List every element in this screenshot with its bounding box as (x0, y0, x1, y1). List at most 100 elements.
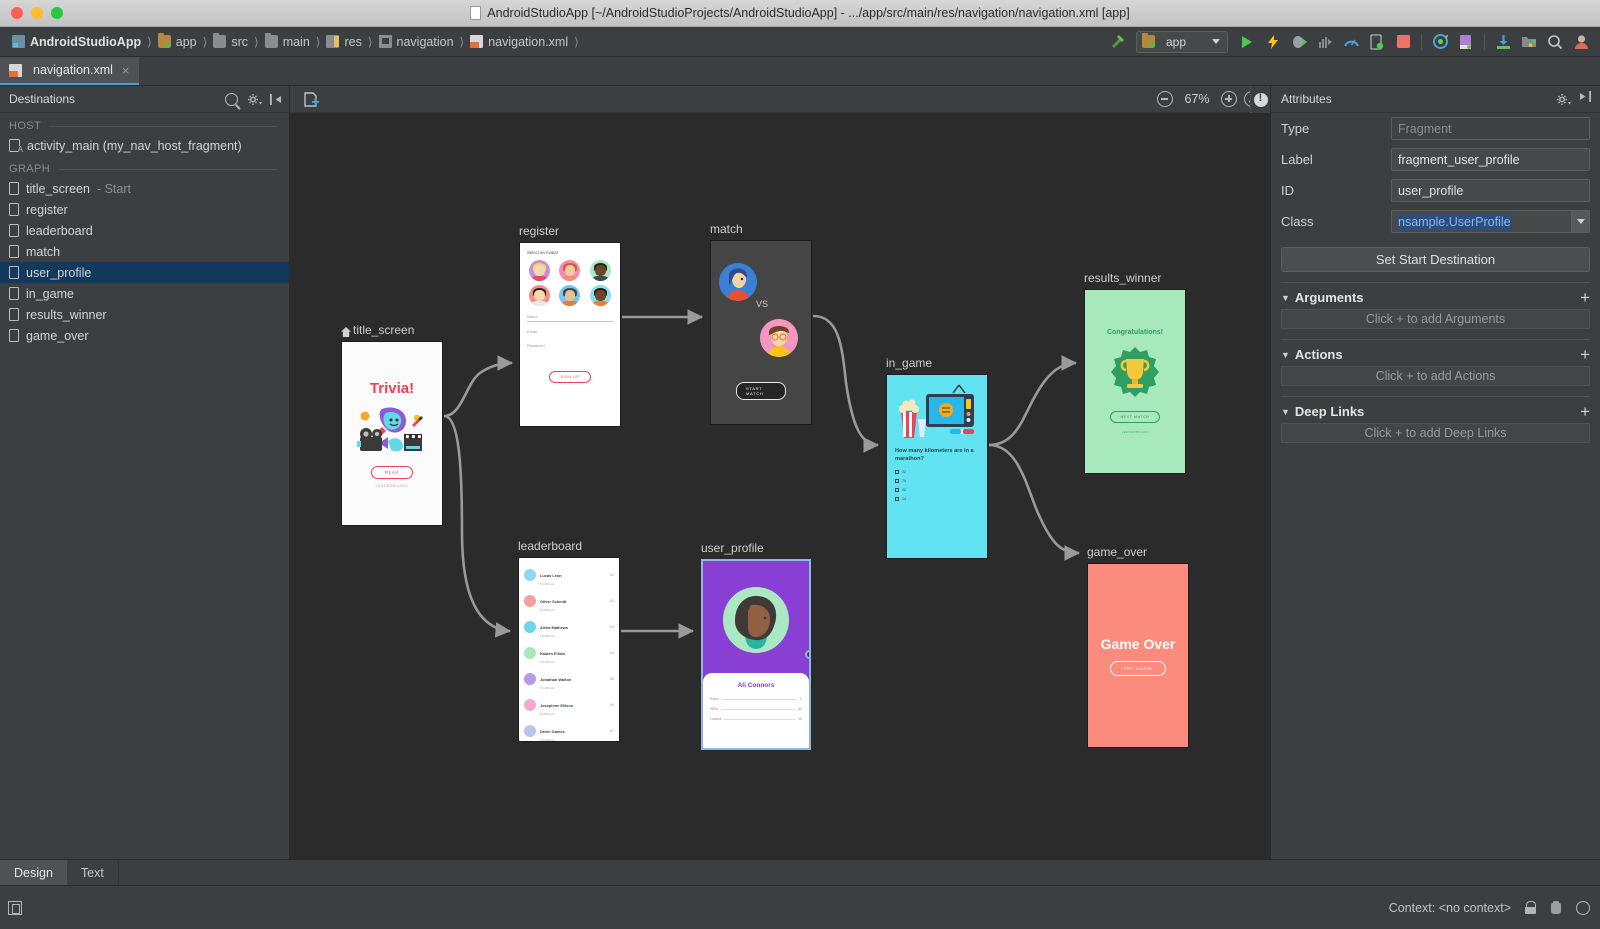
breadcrumb-item-project[interactable]: AndroidStudioApp (10, 35, 143, 49)
search-icon[interactable] (225, 93, 238, 106)
class-field[interactable]: nsample.UserProfile (1391, 210, 1590, 233)
layout-inspector-icon[interactable] (8, 901, 22, 915)
answer-option[interactable]: 42 (895, 488, 979, 492)
node-preview[interactable]: Trivia! (341, 341, 443, 526)
destination-node-title-screen[interactable]: title_screen Trivia! (341, 323, 443, 526)
destination-node-results-winner[interactable]: results_winner Congratulations! (1084, 271, 1186, 474)
avatar-option[interactable] (559, 285, 580, 306)
node-preview[interactable]: How many kilometers are in a marathon? 2… (886, 374, 988, 559)
node-preview[interactable]: Select an Avatar Name Email Password (519, 242, 621, 427)
run-button[interactable] (1236, 31, 1258, 53)
gear-icon[interactable] (1556, 93, 1569, 106)
warning-icon[interactable] (1254, 93, 1268, 107)
checkbox-icon[interactable] (895, 479, 899, 483)
section-header-actions[interactable]: ▼ Actions + (1271, 340, 1600, 366)
sdk-manager-button[interactable] (1492, 31, 1514, 53)
breadcrumb-item-main[interactable]: main (263, 35, 312, 49)
close-icon[interactable]: × (122, 63, 130, 78)
editor-tab-navigation-xml[interactable]: navigation.xml × (0, 57, 139, 85)
sidebar-item-register[interactable]: register (0, 199, 289, 220)
zoom-out-icon[interactable] (1157, 91, 1173, 107)
avatar-option[interactable] (529, 260, 550, 281)
signup-button[interactable]: SIGN UP (549, 371, 592, 383)
module-selector[interactable]: app (1136, 31, 1228, 53)
sidebar-item-in-game[interactable]: in_game (0, 283, 289, 304)
answer-option[interactable]: 22 (895, 470, 979, 474)
section-header-arguments[interactable]: ▼ Arguments + (1271, 283, 1600, 309)
checkbox-icon[interactable] (895, 497, 899, 501)
breadcrumb-item-res[interactable]: res (324, 35, 363, 49)
destination-node-user-profile[interactable]: user_profile (701, 541, 811, 750)
zoom-in-icon[interactable] (1221, 91, 1237, 107)
checkbox-icon[interactable] (895, 470, 899, 474)
collapse-right-icon[interactable] (1578, 90, 1592, 108)
sidebar-item-leaderboard[interactable]: leaderboard (0, 220, 289, 241)
node-preview[interactable]: VS START MATCH (710, 240, 812, 425)
sidebar-item-activity-main[interactable]: activity_main (my_nav_host_fragment) (0, 135, 289, 156)
tab-text[interactable]: Text (67, 860, 118, 885)
project-structure-button[interactable] (1518, 31, 1540, 53)
section-header-deep-links[interactable]: ▼ Deep Links + (1271, 397, 1600, 423)
list-item[interactable]: Kaiden Elliott 13,100 pts #4 (524, 640, 614, 666)
navigation-canvas[interactable]: 67% (290, 86, 1270, 859)
answer-option[interactable]: 14 (895, 497, 979, 501)
debug-button[interactable] (1288, 31, 1310, 53)
start-match-button[interactable]: START MATCH (736, 382, 786, 400)
avatar-option[interactable] (590, 285, 611, 306)
close-window-button[interactable] (11, 7, 23, 19)
set-start-destination-button[interactable]: Set Start Destination (1281, 247, 1590, 272)
list-item[interactable]: Alivia Mathews 15,300 pts #3 (524, 614, 614, 640)
chevron-down-icon[interactable]: ▼ (1281, 293, 1290, 303)
avatar-option[interactable] (529, 285, 550, 306)
tab-design[interactable]: Design (0, 860, 67, 885)
gear-icon[interactable] (247, 93, 260, 106)
sidebar-item-results-winner[interactable]: results_winner (0, 304, 289, 325)
breadcrumb-item-src[interactable]: src (211, 35, 250, 49)
email-field[interactable]: Email (527, 329, 613, 336)
collapse-icon[interactable] (269, 93, 281, 105)
chevron-down-icon[interactable]: ▼ (1281, 407, 1290, 417)
sidebar-item-user-profile[interactable]: user_profile (0, 262, 289, 283)
node-preview[interactable]: Lucas Leon 13,100 pts #1 Oliver Schmitt … (518, 557, 620, 742)
add-argument-button[interactable]: + (1580, 292, 1590, 304)
warning-panel[interactable] (1250, 86, 1270, 113)
actions-empty-state[interactable]: Click + to add Actions (1281, 366, 1590, 386)
list-item[interactable]: Jonathan Walton 13,100 pts #5 (524, 666, 614, 692)
node-preview[interactable]: Game Over TRY AGAIN (1087, 563, 1189, 748)
zoom-window-button[interactable] (51, 7, 63, 19)
lock-icon[interactable] (1525, 901, 1536, 914)
play-button[interactable]: PLAY (371, 466, 413, 479)
action-drag-handle[interactable] (805, 650, 811, 659)
breadcrumb-item-navigation[interactable]: navigation (377, 35, 456, 49)
add-action-button[interactable]: + (1580, 349, 1590, 361)
new-destination-icon[interactable] (304, 92, 318, 107)
answer-option[interactable]: 75 (895, 479, 979, 483)
id-field[interactable]: user_profile (1391, 179, 1590, 202)
node-preview[interactable]: Congratulations! NEXT MATCH (1084, 289, 1186, 474)
destination-node-match[interactable]: match VS START MATCH (710, 222, 812, 425)
arguments-empty-state[interactable]: Click + to add Arguments (1281, 309, 1590, 329)
list-item[interactable]: Oliver Schmitt 14,640 pts #2 (524, 588, 614, 614)
list-item[interactable]: Devin Gaines 13,100 pts #7 (524, 718, 614, 742)
profiler-button[interactable] (1340, 31, 1362, 53)
breadcrumb-item-app[interactable]: app (156, 35, 199, 49)
chevron-down-icon[interactable] (1571, 211, 1589, 232)
stop-button[interactable] (1392, 31, 1414, 53)
leaderboard-link[interactable]: LEADERBOARD (1122, 430, 1148, 434)
avatar-option[interactable] (590, 260, 611, 281)
sidebar-item-match[interactable]: match (0, 241, 289, 262)
memory-icon[interactable] (1550, 901, 1562, 914)
sidebar-item-game-over[interactable]: game_over (0, 325, 289, 346)
build-hammer-icon[interactable] (1106, 31, 1128, 53)
avatar-option[interactable] (559, 260, 580, 281)
canvas-surface[interactable]: title_screen Trivia! (290, 113, 1270, 859)
sync-gradle-button[interactable] (1429, 31, 1451, 53)
minimize-window-button[interactable] (31, 7, 43, 19)
destination-node-in-game[interactable]: in_game (886, 356, 988, 559)
profile-cpu-button[interactable] (1314, 31, 1336, 53)
list-item[interactable]: Josephine Ellison 14,640 pts #6 (524, 692, 614, 718)
sidebar-item-title-screen[interactable]: title_screen - Start (0, 178, 289, 199)
next-match-button[interactable]: NEXT MATCH (1110, 411, 1159, 423)
password-field[interactable]: Password (527, 343, 613, 350)
chevron-down-icon[interactable]: ▼ (1281, 350, 1290, 360)
